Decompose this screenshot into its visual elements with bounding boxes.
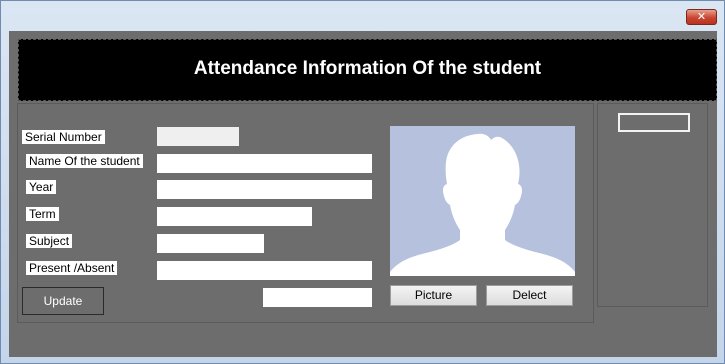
side-panel [597, 103, 708, 307]
side-text-box[interactable] [618, 113, 690, 132]
page-title: Attendance Information Of the student [193, 58, 542, 79]
serial-number-field[interactable] [157, 127, 239, 146]
title-bar[interactable]: ✕ [1, 1, 724, 31]
close-icon: ✕ [696, 10, 707, 23]
student-name-label: Name Of the student [26, 154, 143, 168]
present-absent-field[interactable] [157, 261, 372, 280]
subject-label: Subject [26, 234, 73, 248]
form-client-area: Attendance Information Of the student Se… [9, 31, 717, 357]
year-field[interactable] [157, 180, 372, 199]
delect-button[interactable]: Delect [486, 285, 573, 306]
student-name-field[interactable] [157, 154, 372, 173]
person-silhouette-icon [390, 133, 575, 276]
subject-field[interactable] [157, 234, 264, 253]
extra-text-field[interactable] [263, 288, 372, 307]
year-label: Year [26, 180, 57, 194]
term-field[interactable] [157, 207, 312, 226]
picture-button[interactable]: Picture [390, 285, 477, 306]
term-label: Term [26, 207, 59, 221]
serial-number-label: Serial Number [22, 130, 105, 144]
app-window: ✕ Attendance Information Of the student … [0, 0, 725, 364]
header-banner: Attendance Information Of the student [18, 39, 717, 101]
close-button[interactable]: ✕ [686, 9, 717, 25]
present-absent-label: Present /Absent [26, 261, 118, 275]
student-photo [390, 126, 575, 276]
update-button[interactable]: Update [22, 287, 104, 315]
